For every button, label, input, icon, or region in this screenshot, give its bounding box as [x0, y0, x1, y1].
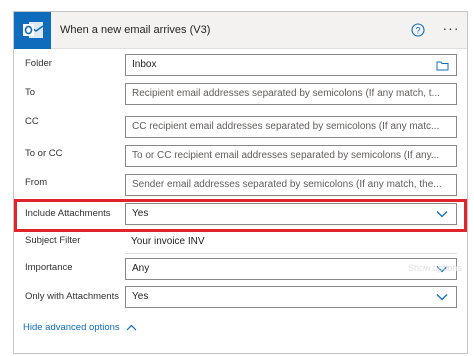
folder-icon[interactable]: [436, 60, 449, 71]
to-label: To: [25, 87, 36, 98]
only-with-attachments-label: Only with Attachments: [25, 291, 119, 302]
ghost-text: Show options: [408, 263, 463, 273]
hide-advanced-options-link[interactable]: Hide advanced options: [23, 322, 137, 333]
folder-value: Inbox: [132, 59, 157, 70]
more-options-icon[interactable]: ···: [440, 21, 462, 38]
to-field[interactable]: Recipient email addresses separated by s…: [125, 83, 457, 105]
to-or-cc-label: To or CC: [25, 148, 63, 159]
card-title: When a new email arrives (V3): [60, 24, 211, 36]
from-label: From: [25, 177, 48, 188]
cc-label: CC: [25, 116, 39, 127]
highlight-box: [14, 199, 467, 232]
help-circle-icon[interactable]: ?: [411, 23, 425, 37]
chevron-up-icon: [126, 324, 137, 331]
advanced-toggle-label: Hide advanced options: [23, 322, 120, 333]
chevron-down-icon: [436, 294, 448, 301]
trigger-card: When a new email arrives (V3) ? ··· Fold…: [13, 11, 468, 354]
folder-label: Folder: [25, 58, 52, 69]
importance-value: Any: [132, 263, 150, 274]
svg-text:?: ?: [415, 25, 420, 35]
only-with-attachments-dropdown[interactable]: Yes: [125, 286, 457, 308]
only-with-attachments-value: Yes: [132, 291, 149, 302]
from-field[interactable]: Sender email addresses separated by semi…: [125, 174, 457, 196]
subject-filter-label: Subject Filter: [25, 235, 81, 246]
outlook-icon: [14, 12, 51, 49]
to-or-cc-field[interactable]: To or CC recipient email addresses separ…: [125, 145, 457, 167]
subject-filter-input[interactable]: Your invoice INV: [125, 232, 457, 254]
cc-field[interactable]: CC recipient email addresses separated b…: [125, 116, 457, 138]
folder-field[interactable]: Inbox: [125, 54, 457, 76]
card-header[interactable]: When a new email arrives (V3) ? ···: [14, 12, 467, 49]
importance-label: Importance: [25, 262, 73, 273]
